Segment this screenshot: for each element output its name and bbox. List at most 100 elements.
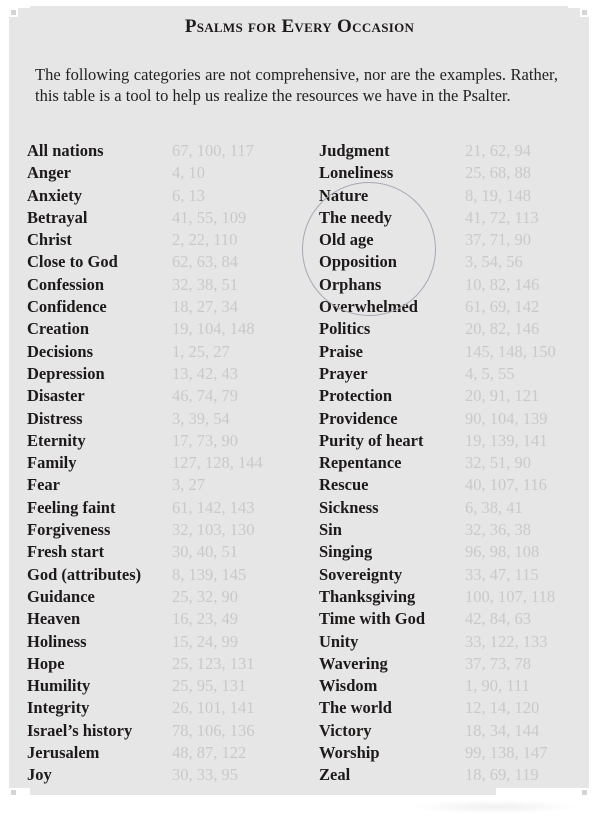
psalm-references: 32, 38, 51	[172, 274, 238, 294]
category-label: Jerusalem	[27, 743, 100, 763]
category-label: Close to God	[27, 252, 118, 272]
table-row: Confession 32, 38, 51	[27, 274, 238, 296]
psalm-references: 100, 107, 118	[465, 586, 556, 606]
category-label: Zeal	[319, 765, 351, 785]
psalm-references: 48, 87, 122	[172, 743, 247, 763]
table-row: Worship 99, 138, 147	[319, 742, 548, 764]
psalm-references: 30, 40, 51	[172, 542, 238, 562]
psalm-references: 62, 63, 84	[172, 252, 238, 272]
category-label: Israel’s history	[27, 720, 133, 740]
intro-paragraph: The following categories are not compreh…	[35, 65, 558, 105]
psalm-references: 1, 90, 111	[465, 676, 530, 696]
psalm-references: 18, 27, 34	[172, 297, 238, 317]
table-row: Christ 2, 22, 110	[27, 229, 237, 251]
psalm-references: 18, 34, 144	[465, 720, 540, 740]
table-row: All nations 67, 100, 117	[27, 140, 254, 162]
category-label: Providence	[319, 408, 398, 428]
table-row: Time with God 42, 84, 63	[319, 608, 531, 630]
highlight-circle	[302, 182, 436, 316]
psalm-references: 96, 98, 108	[465, 542, 540, 562]
table-row: Prayer 4, 5, 55	[319, 363, 515, 385]
category-label: Prayer	[319, 363, 368, 383]
table-row: Wavering 37, 73, 78	[319, 653, 531, 675]
table-row: Confidence 18, 27, 34	[27, 296, 238, 318]
category-label: Joy	[27, 765, 52, 785]
psalm-references: 32, 103, 130	[172, 520, 255, 540]
psalm-references: 25, 32, 90	[172, 586, 238, 606]
category-label: Confidence	[27, 297, 107, 317]
category-label: Confession	[27, 274, 105, 294]
category-label: Loneliness	[319, 163, 394, 183]
category-label: Feeling faint	[27, 497, 116, 517]
category-label: Singing	[319, 542, 373, 562]
category-label: Eternity	[27, 430, 86, 450]
table-row: Anxiety 6, 13	[27, 185, 205, 207]
table-row: Creation 19, 104, 148	[27, 318, 255, 340]
psalm-references: 19, 139, 141	[465, 430, 548, 450]
category-label: Praise	[319, 341, 363, 361]
category-label: Fresh start	[27, 542, 105, 562]
category-label: Christ	[27, 230, 72, 250]
page-shadow	[410, 800, 580, 814]
table-row: Decisions 1, 25, 27	[27, 341, 230, 363]
table-row: Singing 96, 98, 108	[319, 541, 539, 563]
table-row: Distress 3, 39, 54	[27, 408, 230, 430]
category-label: Holiness	[27, 631, 87, 651]
psalm-references: 99, 138, 147	[465, 743, 548, 763]
category-label: God (attributes)	[27, 564, 142, 584]
category-label: Forgiveness	[27, 520, 111, 540]
category-label: Decisions	[27, 341, 93, 361]
table-row: Heaven 16, 23, 49	[27, 608, 238, 630]
table-row: Praise 145, 148, 150	[319, 341, 556, 363]
category-label: Worship	[319, 743, 380, 763]
table-row: Thanksgiving 100, 107, 118	[319, 586, 555, 608]
psalm-references: 67, 100, 117	[172, 141, 254, 160]
category-label: Family	[27, 453, 77, 473]
psalm-references: 18, 69, 119	[465, 765, 539, 785]
psalm-references: 41, 55, 109	[172, 207, 247, 227]
psalm-references: 46, 74, 79	[172, 386, 238, 406]
table-row: Jerusalem 48, 87, 122	[27, 742, 246, 764]
table-row: Sin 32, 36, 38	[319, 519, 531, 541]
psalm-references: 33, 122, 133	[465, 631, 548, 651]
psalm-references: 4, 10	[172, 163, 205, 183]
category-label: Rescue	[319, 475, 369, 495]
psalm-references: 30, 33, 95	[172, 765, 238, 785]
category-label: Fear	[27, 475, 60, 495]
psalm-references: 90, 104, 139	[465, 408, 548, 428]
psalm-references: 3, 27	[172, 475, 205, 495]
left-column: All nations 67, 100, 117 Anger 4, 10 Anxiety…	[27, 140, 263, 787]
corner-mark-bottom-right	[580, 788, 589, 797]
psalm-references: 25, 95, 131	[172, 676, 247, 696]
psalm-references: 26, 101, 141	[172, 698, 255, 718]
psalm-references: 21, 62, 94	[465, 141, 531, 160]
psalm-references: 41, 72, 113	[465, 207, 539, 227]
category-label: Protection	[319, 386, 393, 406]
table-row: God (attributes) 8, 139, 145	[27, 564, 246, 586]
psalm-references: 19, 104, 148	[172, 319, 255, 339]
table-row: Integrity 26, 101, 141	[27, 697, 255, 719]
page-title: Psalms for Every Occasion	[184, 16, 415, 37]
psalm-references: 6, 38, 41	[465, 497, 523, 517]
psalm-references: 32, 36, 38	[465, 520, 531, 540]
category-label: Humility	[27, 676, 91, 696]
psalm-references: 37, 73, 78	[465, 653, 531, 673]
category-label: Heaven	[27, 609, 81, 629]
category-label: Time with God	[319, 609, 426, 629]
psalm-references: 1, 25, 27	[172, 341, 230, 361]
category-label: Betrayal	[27, 207, 88, 227]
psalm-references: 145, 148, 150	[465, 341, 556, 361]
psalm-references: 25, 123, 131	[172, 653, 255, 673]
table-row: Family 127, 128, 144	[27, 452, 263, 474]
table-row: Rescue 40, 107, 116	[319, 474, 547, 496]
table-row: Sickness 6, 38, 41	[319, 497, 523, 519]
psalm-references: 61, 69, 142	[465, 297, 540, 317]
psalm-references: 127, 128, 144	[172, 453, 263, 473]
category-label: Unity	[319, 631, 359, 651]
table-row: Sovereignty 33, 47, 115	[319, 564, 539, 586]
table-row: Victory 18, 34, 144	[319, 720, 539, 742]
psalm-references: 40, 107, 116	[465, 475, 547, 495]
psalm-references: 2, 22, 110	[172, 230, 238, 250]
category-label: Thanksgiving	[319, 586, 416, 606]
category-label: Purity of heart	[319, 430, 424, 450]
